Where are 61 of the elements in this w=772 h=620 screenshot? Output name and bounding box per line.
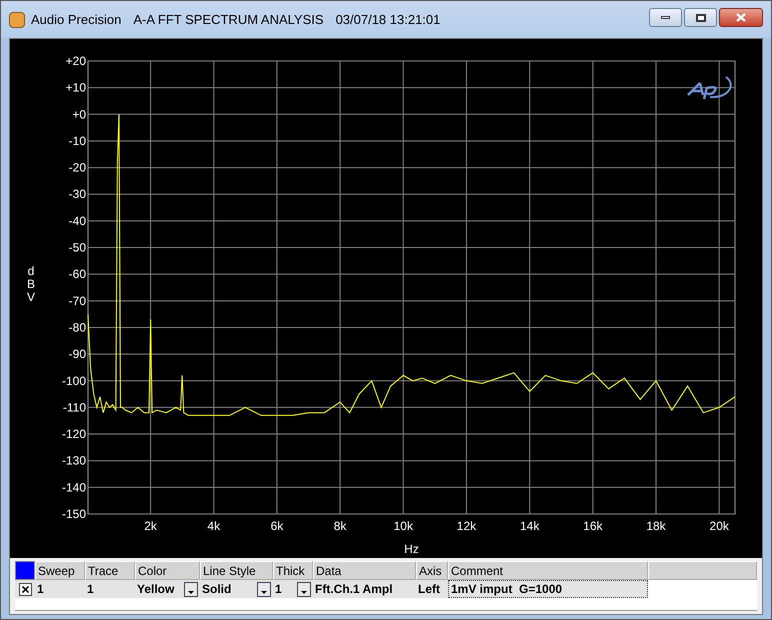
y-tick-label: +20 [66, 54, 86, 68]
timestamp: 03/07/18 13:21:01 [336, 10, 440, 29]
x-axis-label: Hz [404, 542, 419, 556]
y-tick-label: -10 [68, 134, 86, 148]
x-tick-label: 16k [583, 519, 603, 533]
x-tick-label: 14k [520, 519, 540, 533]
app-icon [9, 12, 25, 28]
column-header[interactable]: Sweep [35, 561, 85, 580]
ap-logo-icon [686, 76, 732, 100]
y-tick-label: -40 [68, 214, 86, 228]
y-tick-label: -70 [68, 294, 86, 308]
minimize-button[interactable] [649, 8, 682, 27]
close-button[interactable] [719, 8, 763, 27]
y-axis-label: dBV [26, 265, 36, 305]
dropdown-button[interactable] [257, 582, 271, 596]
x-tick-label: 4k [207, 519, 220, 533]
color-swatch [15, 561, 35, 580]
column-header[interactable]: Thick [273, 561, 313, 580]
window-title: A-A FFT SPECTRUM ANALYSIS [133, 10, 324, 29]
close-icon [736, 13, 746, 22]
x-tick-label: 10k [394, 519, 413, 533]
y-tick-label: -110 [62, 400, 86, 414]
table-cell-text: 1 [87, 581, 94, 598]
y-tick-label: -80 [68, 320, 86, 334]
table-cell-text: 1 [275, 581, 282, 598]
x-tick-label: 18k [646, 519, 666, 533]
y-tick-label: +0 [72, 107, 86, 122]
y-tick-label: -30 [68, 187, 86, 202]
table-cell-text: 1 [37, 581, 44, 598]
table-cell-text: Solid [202, 581, 232, 598]
y-tick-label: -130 [62, 454, 86, 468]
y-tick-label: -140 [62, 480, 86, 494]
x-tick-label: 12k [456, 519, 476, 533]
cross-icon [22, 586, 28, 592]
y-tick-label: -90 [68, 347, 86, 362]
x-tick-label: 2k [144, 519, 157, 533]
y-tick-label: -60 [68, 267, 86, 282]
y-tick-label: -100 [62, 374, 86, 388]
x-tick-label: 6k [270, 519, 284, 533]
table-cell-text: Left [418, 581, 440, 598]
y-tick-label: +10 [66, 80, 86, 95]
column-header[interactable]: Trace [85, 561, 135, 580]
column-header[interactable]: Comment [448, 561, 648, 580]
row-checkbox[interactable] [18, 582, 32, 596]
x-tick-label: 8k [334, 519, 346, 533]
column-header[interactable]: Data [313, 561, 416, 580]
column-header[interactable]: Line Style [200, 561, 273, 580]
table-cell-text: Fft.Ch.1 Ampl [315, 581, 393, 598]
column-header[interactable]: Axis [416, 561, 448, 580]
maximize-button[interactable] [684, 8, 717, 27]
y-tick-label: -150 [62, 507, 86, 521]
table-cell-text: Yellow [137, 581, 174, 598]
column-header[interactable]: Color [135, 561, 200, 580]
app-name: Audio Precision [31, 10, 122, 29]
y-tick-label: -20 [68, 160, 86, 175]
dropdown-button[interactable] [297, 582, 311, 596]
dropdown-button[interactable] [184, 582, 198, 596]
x-tick-label: 20k [710, 519, 729, 533]
y-tick-label: -120 [62, 427, 86, 442]
comment-field[interactable]: 1mV imput G=1000 [448, 580, 648, 598]
y-tick-label: -50 [68, 240, 86, 255]
